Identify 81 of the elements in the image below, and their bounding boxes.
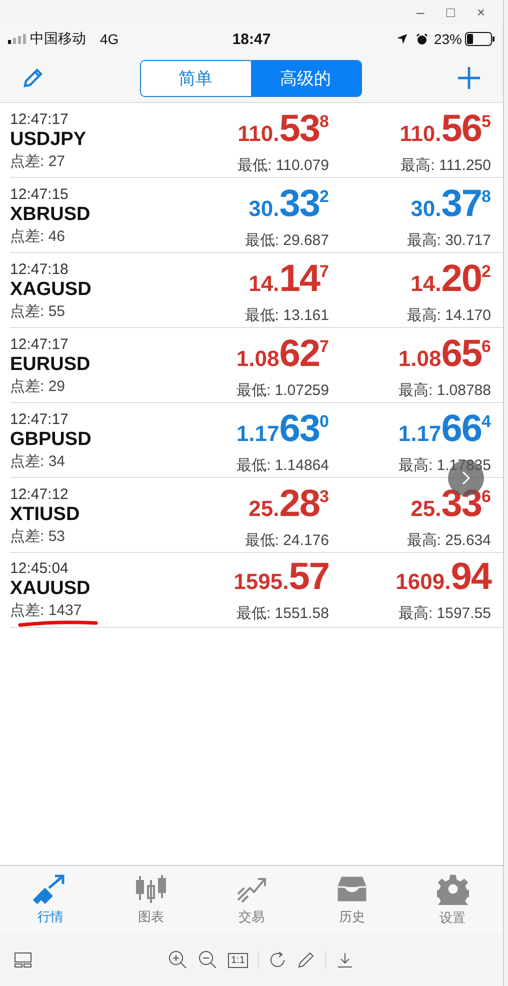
zoom-in-icon[interactable]: [168, 950, 188, 970]
quote-time: 12:47:15: [10, 186, 70, 203]
tab-bar-item[interactable]: 历史: [302, 866, 402, 934]
location-icon: [396, 33, 408, 45]
window-control[interactable]: –: [416, 4, 424, 20]
low-price: 最低: 29.687: [244, 231, 329, 250]
spread-value: 点差: 53: [10, 528, 66, 545]
tab-bar-item[interactable]: 交易: [201, 866, 302, 934]
symbol-name: XBRUSD: [10, 204, 92, 226]
settings-icon: [436, 873, 469, 905]
tab-bar-item[interactable]: 设置: [402, 866, 503, 934]
segment-tab[interactable]: 简单: [140, 60, 250, 96]
price-quote: 30.33$^{2}$: [248, 182, 329, 227]
alarm-icon: [416, 33, 428, 45]
high-price: 最高: 1597.55: [398, 604, 491, 623]
price-quote: 1.0865$^{6}$: [398, 332, 491, 377]
spread-value: 点差: 55: [10, 303, 66, 320]
segment-tab[interactable]: 高级的: [250, 60, 360, 96]
high-price: 最高: 25.634: [406, 531, 491, 550]
high-price: 最高: 1.08788: [398, 381, 491, 400]
low-price: 最低: 110.079: [238, 156, 329, 175]
symbol-name: EURUSD: [10, 354, 92, 376]
price-quote: 1.1766$^{4}$: [398, 407, 491, 452]
price-quote: 1609.94: [396, 558, 491, 600]
rotate-icon[interactable]: [268, 951, 287, 969]
quote-time: 12:45:04: [10, 560, 70, 577]
symbol-name: XAUUSD: [10, 578, 92, 600]
price-quote: 25.33$^{6}$: [410, 482, 491, 527]
symbol-name: GBPUSD: [10, 429, 92, 451]
symbol-name: XTIUSD: [10, 504, 81, 526]
spread-value: 点差: 1437: [10, 602, 82, 619]
spread-value: 点差: 29: [10, 378, 66, 395]
clock-time: 18:47: [232, 30, 271, 48]
price-quote: 14.14$^{7}$: [248, 257, 329, 302]
price-quote: 1595.57: [234, 558, 329, 600]
quote-time: 12:47:17: [10, 336, 70, 353]
layout-icon[interactable]: [14, 952, 32, 968]
battery-icon: [465, 32, 495, 46]
high-price: 最高: 1.17835: [398, 456, 491, 475]
zoom-out-icon[interactable]: [198, 950, 218, 970]
carrier-name: 中国移动: [30, 30, 86, 48]
symbol-name: USDJPY: [10, 129, 88, 151]
high-price: 最高: 111.250: [400, 156, 491, 175]
price-quote: 1.1763$^{0}$: [236, 407, 329, 452]
signal-icon: [8, 34, 26, 44]
pencil-icon[interactable]: [296, 951, 315, 969]
low-price: 最低: 1.07259: [236, 381, 329, 400]
tab-bar-item[interactable]: 行情: [0, 866, 101, 934]
quote-time: 12:47:18: [10, 261, 70, 278]
price-quote: 110.56$^{5}$: [400, 107, 491, 152]
window-control[interactable]: ×: [476, 4, 485, 20]
low-price: 最低: 1.14864: [236, 456, 329, 475]
tray-icon: [335, 874, 370, 904]
window-control[interactable]: □: [446, 4, 455, 20]
symbol-name: XAGUSD: [10, 279, 92, 301]
price-quote: 25.28$^{3}$: [248, 482, 329, 527]
edit-icon[interactable]: [22, 67, 44, 89]
spread-value: 点差: 46: [10, 228, 66, 245]
quote-time: 12:47:12: [10, 486, 70, 503]
chevron-right-icon: [461, 470, 471, 486]
price-quote: 110.53$^{8}$: [238, 107, 329, 152]
tab-bar-item[interactable]: 图表: [100, 866, 202, 934]
quote-time: 12:47:17: [10, 111, 70, 128]
low-price: 最低: 13.161: [244, 306, 329, 325]
high-price: 最高: 14.170: [406, 306, 491, 325]
spread-value: 点差: 27: [10, 153, 66, 170]
network-type: 4G: [100, 31, 119, 47]
arrows-icon: [33, 874, 68, 904]
quote-time: 12:47:17: [10, 411, 70, 428]
actual-size-button[interactable]: 1:1: [228, 952, 248, 968]
price-quote: 30.37$^{8}$: [410, 182, 491, 227]
battery-percent: 23%: [434, 31, 462, 47]
price-quote: 14.20$^{2}$: [410, 257, 491, 302]
add-icon[interactable]: [457, 66, 481, 90]
spread-value: 点差: 34: [10, 453, 66, 470]
candlestick-icon: [134, 874, 168, 904]
price-quote: 1.0862$^{7}$: [236, 332, 329, 377]
download-icon[interactable]: [336, 951, 354, 969]
high-price: 最高: 30.717: [406, 231, 491, 250]
low-price: 最低: 1551.58: [236, 604, 329, 623]
low-price: 最低: 24.176: [244, 531, 329, 550]
